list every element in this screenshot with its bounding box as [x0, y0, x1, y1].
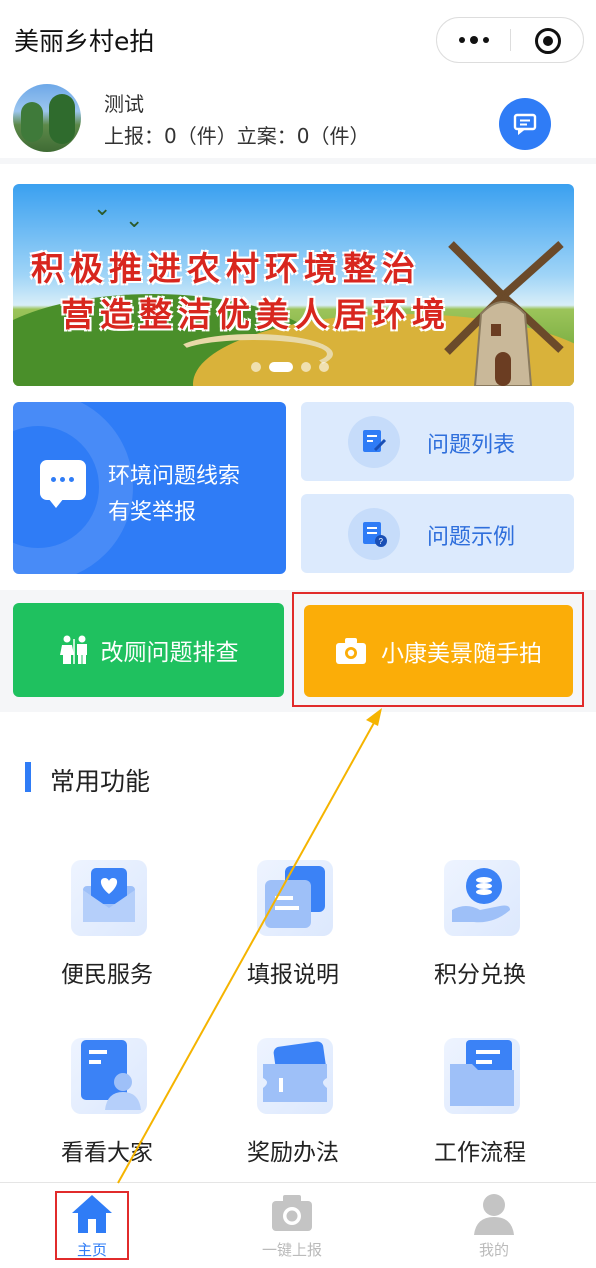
banner-slogan-2: 营造整洁优美人居环境	[61, 295, 451, 334]
function-label: 奖励办法	[247, 1140, 339, 1166]
function-points-exchange[interactable]: 积分兑换	[400, 860, 560, 1010]
avatar[interactable]	[13, 84, 81, 152]
function-workflow[interactable]: 工作流程	[400, 1038, 560, 1188]
tab-mine[interactable]: 我的	[434, 1183, 554, 1268]
target-close-icon[interactable]	[535, 28, 561, 54]
issue-list-label: 问题列表	[427, 433, 516, 458]
user-document-icon	[71, 1038, 147, 1114]
navigation-bar: 美丽乡村e拍	[0, 0, 596, 80]
capsule-divider	[510, 29, 511, 51]
report-clue-card[interactable]: 环境问题线索 有奖举报	[13, 402, 286, 574]
function-label: 便民服务	[61, 962, 153, 988]
form-cards-icon	[257, 860, 333, 936]
user-icon	[474, 1194, 514, 1235]
camera-icon	[272, 1195, 312, 1231]
highlight-box-home	[55, 1191, 129, 1260]
carousel-indicator	[251, 362, 329, 372]
user-name: 测试	[104, 92, 144, 116]
coin-hand-icon	[444, 860, 520, 936]
chat-bubble-icon	[40, 460, 86, 508]
function-reward-rules[interactable]: 奖励办法	[213, 1038, 373, 1188]
function-label: 工作流程	[434, 1140, 526, 1166]
bird-icon: ⌄	[93, 196, 112, 221]
highlight-box-photo	[292, 592, 584, 707]
svg-text:?: ?	[379, 537, 384, 546]
function-see-everyone[interactable]: 看看大家	[27, 1038, 187, 1188]
toilet-inspection-button[interactable]: 改厕问题排查	[13, 603, 284, 697]
restroom-icon	[59, 635, 87, 664]
function-fill-instructions[interactable]: 填报说明	[213, 860, 373, 1010]
banner-slogan-1: 积极推进农村环境整治	[31, 249, 421, 288]
folder-icon	[444, 1038, 520, 1114]
report-card-subtitle: 有奖举报	[108, 500, 197, 525]
edit-document-icon	[348, 416, 400, 468]
app-title: 美丽乡村e拍	[14, 27, 155, 56]
bird-icon: ⌄	[125, 208, 144, 233]
user-info: 测试 上报：0（件）立案：0（件）	[0, 80, 596, 160]
function-label: 填报说明	[247, 962, 339, 988]
issue-example-label: 问题示例	[427, 525, 516, 550]
message-button[interactable]	[499, 98, 551, 150]
mini-program-capsule	[436, 17, 584, 63]
ticket-icon	[257, 1038, 333, 1114]
report-stats: 上报：0（件）立案：0（件）	[104, 124, 370, 148]
document-help-icon: ?	[348, 508, 400, 560]
issue-example-card[interactable]: ? 问题示例	[301, 494, 574, 573]
section-marker	[25, 762, 31, 792]
report-card-title: 环境问题线索	[108, 464, 241, 489]
toilet-inspection-label: 改厕问题排查	[100, 640, 239, 666]
section-title: 常用功能	[50, 767, 151, 796]
banner-carousel[interactable]: ⌄ ⌄ 积极推进农村环境整治 营造整洁优美人居环境	[13, 184, 574, 386]
function-label: 积分兑换	[434, 962, 526, 988]
tab-quick-report[interactable]: 一键上报	[232, 1183, 352, 1268]
message-icon	[513, 113, 537, 135]
tab-label: 一键上报	[261, 1241, 322, 1259]
windmill-icon	[444, 241, 564, 386]
issue-list-card[interactable]: 问题列表	[301, 402, 574, 481]
more-dots-icon[interactable]	[437, 18, 511, 62]
divider	[0, 158, 596, 164]
heart-mail-icon	[71, 860, 147, 936]
tab-label: 我的	[478, 1241, 509, 1259]
function-label: 看看大家	[61, 1140, 153, 1166]
function-convenience-service[interactable]: 便民服务	[27, 860, 187, 1010]
